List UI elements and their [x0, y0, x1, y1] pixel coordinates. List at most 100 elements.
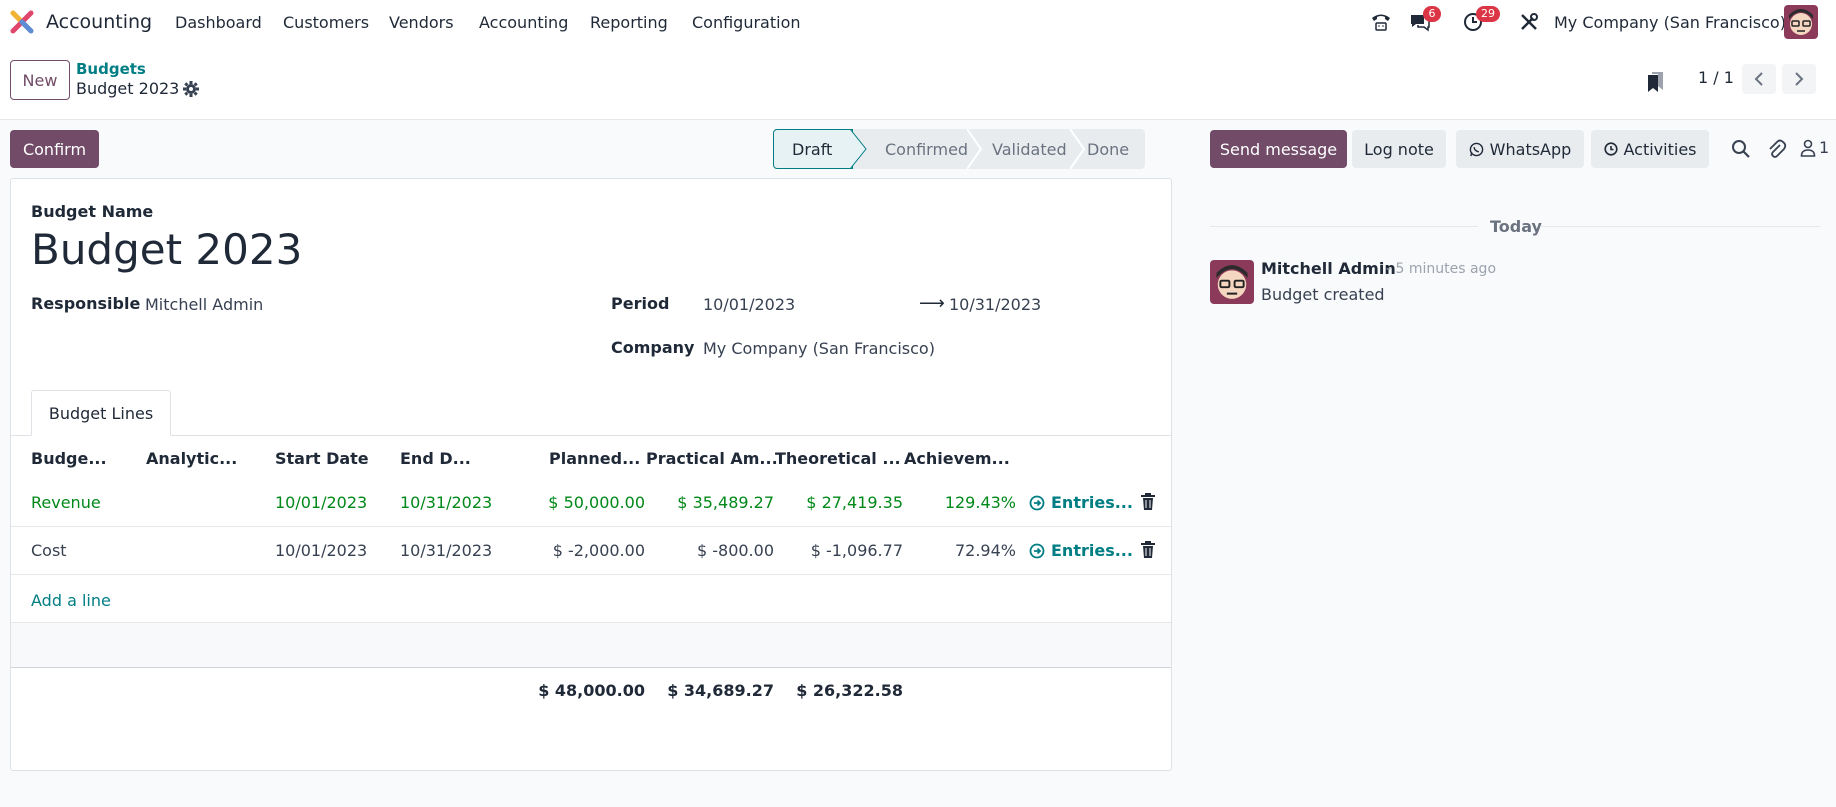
- debug-tools-icon[interactable]: [1516, 10, 1542, 34]
- clock-icon: [1603, 142, 1618, 156]
- entries-label: Entries...: [1051, 493, 1133, 512]
- arrow-right-icon: ⟶: [919, 293, 945, 314]
- cell-theoretical: $ -1,096.77: [810, 541, 903, 560]
- entries-label: Entries...: [1051, 541, 1133, 560]
- cell-practical: $ 35,489.27: [677, 493, 774, 512]
- accounting-app-logo[interactable]: [10, 10, 34, 34]
- cell-practical: $ -800.00: [696, 541, 774, 560]
- user-icon: [1800, 139, 1816, 157]
- tab-divider: [11, 435, 1171, 436]
- budget-name-label: Budget Name: [31, 202, 154, 221]
- gear-icon[interactable]: [182, 80, 200, 98]
- activities-badge: 29: [1476, 6, 1500, 22]
- message-author[interactable]: Mitchell Admin: [1261, 259, 1396, 278]
- stage-validated[interactable]: Validated: [970, 129, 1073, 169]
- column-achievement[interactable]: Achievem...: [904, 449, 1010, 468]
- stage-separator-arrow: [1070, 129, 1086, 169]
- responsible-label: Responsible: [31, 294, 141, 313]
- cell-start-date: 10/01/2023: [275, 493, 368, 512]
- column-analytic-account[interactable]: Analytic...: [146, 449, 237, 468]
- user-avatar[interactable]: [1784, 5, 1818, 39]
- new-button[interactable]: New: [10, 60, 70, 100]
- entries-button[interactable]: Entries...: [1029, 493, 1133, 512]
- column-theoretical-amount[interactable]: Theoretical ...: [775, 449, 901, 468]
- stage-separator-arrow: [967, 129, 983, 169]
- phone-icon[interactable]: [1368, 10, 1394, 34]
- date-divider-line: [1210, 226, 1478, 227]
- column-budgetary-position[interactable]: Budge...: [31, 449, 107, 468]
- top-navbar: Accounting Dashboard Customers Vendors A…: [0, 0, 1836, 44]
- menu-customers[interactable]: Customers: [283, 13, 369, 32]
- date-divider-today: Today: [1490, 217, 1542, 236]
- message-body: Budget created: [1261, 285, 1385, 304]
- menu-dashboard[interactable]: Dashboard: [175, 13, 262, 32]
- total-planned: $ 48,000.00: [538, 681, 645, 700]
- chevron-right-icon: [1795, 72, 1804, 86]
- form-sheet: Budget Name Budget 2023 Responsible Mitc…: [10, 178, 1172, 771]
- budget-name-field[interactable]: Budget 2023: [31, 225, 302, 274]
- period-end-field[interactable]: 10/31/2023: [949, 295, 1041, 314]
- cell-theoretical: $ 27,419.35: [806, 493, 903, 512]
- menu-configuration[interactable]: Configuration: [692, 13, 801, 32]
- table-row[interactable]: Cost 10/01/2023 10/31/2023 $ -2,000.00 $…: [11, 527, 1171, 575]
- stage-draft[interactable]: Draft: [773, 129, 853, 169]
- entries-button[interactable]: Entries...: [1029, 541, 1133, 560]
- breadcrumb-budgets[interactable]: Budgets: [76, 60, 146, 78]
- whatsapp-icon: [1469, 142, 1483, 156]
- activities-clock-icon[interactable]: 29: [1460, 6, 1500, 34]
- cell-budget: Revenue: [31, 493, 101, 512]
- activities-label: Activities: [1623, 139, 1697, 159]
- column-end-date[interactable]: End D...: [400, 449, 471, 468]
- trash-icon[interactable]: [1140, 541, 1156, 559]
- app-name[interactable]: Accounting: [46, 11, 152, 33]
- menu-accounting[interactable]: Accounting: [479, 13, 568, 32]
- message-author-avatar[interactable]: [1210, 260, 1254, 304]
- confirm-button[interactable]: Confirm: [10, 130, 99, 168]
- pager-next-button[interactable]: [1782, 64, 1816, 94]
- stage-separator-arrow: [850, 129, 867, 169]
- period-start-field[interactable]: 10/01/2023: [703, 295, 795, 314]
- menu-vendors[interactable]: Vendors: [389, 13, 454, 32]
- trash-icon[interactable]: [1140, 493, 1156, 511]
- message-timestamp: - 5 minutes ago: [1386, 261, 1497, 277]
- pager-value[interactable]: 1 / 1: [1698, 68, 1734, 87]
- whatsapp-button[interactable]: WhatsApp: [1456, 130, 1584, 168]
- company-switcher[interactable]: My Company (San Francisco): [1554, 13, 1786, 32]
- messages-badge: 6: [1423, 6, 1441, 22]
- responsible-field[interactable]: Mitchell Admin: [145, 295, 263, 314]
- cell-end-date: 10/31/2023: [400, 541, 493, 560]
- date-divider-line: [1540, 226, 1820, 227]
- total-practical: $ 34,689.27: [667, 681, 774, 700]
- control-panel: New Budgets Budget 2023 1 / 1: [0, 44, 1836, 120]
- cell-planned: $ 50,000.00: [548, 493, 645, 512]
- add-line-link[interactable]: Add a line: [31, 591, 111, 610]
- column-planned-amount[interactable]: Planned...: [549, 449, 640, 468]
- followers-count: 1: [1819, 138, 1830, 157]
- company-field[interactable]: My Company (San Francisco): [703, 339, 935, 358]
- cell-achievement: 72.94%: [954, 541, 1016, 560]
- cell-end-date: 10/31/2023: [400, 493, 493, 512]
- cell-budget: Cost: [31, 541, 67, 560]
- paperclip-icon[interactable]: [1765, 138, 1787, 160]
- stage-confirmed[interactable]: Confirmed: [853, 129, 970, 169]
- table-row[interactable]: Revenue 10/01/2023 10/31/2023 $ 50,000.0…: [11, 479, 1171, 527]
- log-note-button[interactable]: Log note: [1352, 130, 1446, 168]
- search-icon[interactable]: [1730, 138, 1752, 160]
- column-practical-amount[interactable]: Practical Am...: [646, 449, 778, 468]
- tab-budget-lines[interactable]: Budget Lines: [31, 390, 171, 436]
- chevron-left-icon: [1754, 72, 1763, 86]
- menu-reporting[interactable]: Reporting: [590, 13, 668, 32]
- column-start-date[interactable]: Start Date: [275, 449, 369, 468]
- activities-button[interactable]: Activities: [1591, 130, 1709, 168]
- period-label: Period: [611, 294, 670, 313]
- cell-achievement: 129.43%: [944, 493, 1016, 512]
- send-message-button[interactable]: Send message: [1210, 130, 1347, 168]
- cell-planned: $ -2,000.00: [552, 541, 645, 560]
- followers-button[interactable]: 1: [1800, 138, 1829, 157]
- messages-icon[interactable]: 6: [1407, 6, 1441, 34]
- bookmark-icon[interactable]: [1645, 70, 1667, 94]
- cell-start-date: 10/01/2023: [275, 541, 368, 560]
- pager-previous-button[interactable]: [1742, 64, 1776, 94]
- arrow-circle-right-icon: [1029, 495, 1045, 510]
- company-label: Company: [611, 338, 695, 357]
